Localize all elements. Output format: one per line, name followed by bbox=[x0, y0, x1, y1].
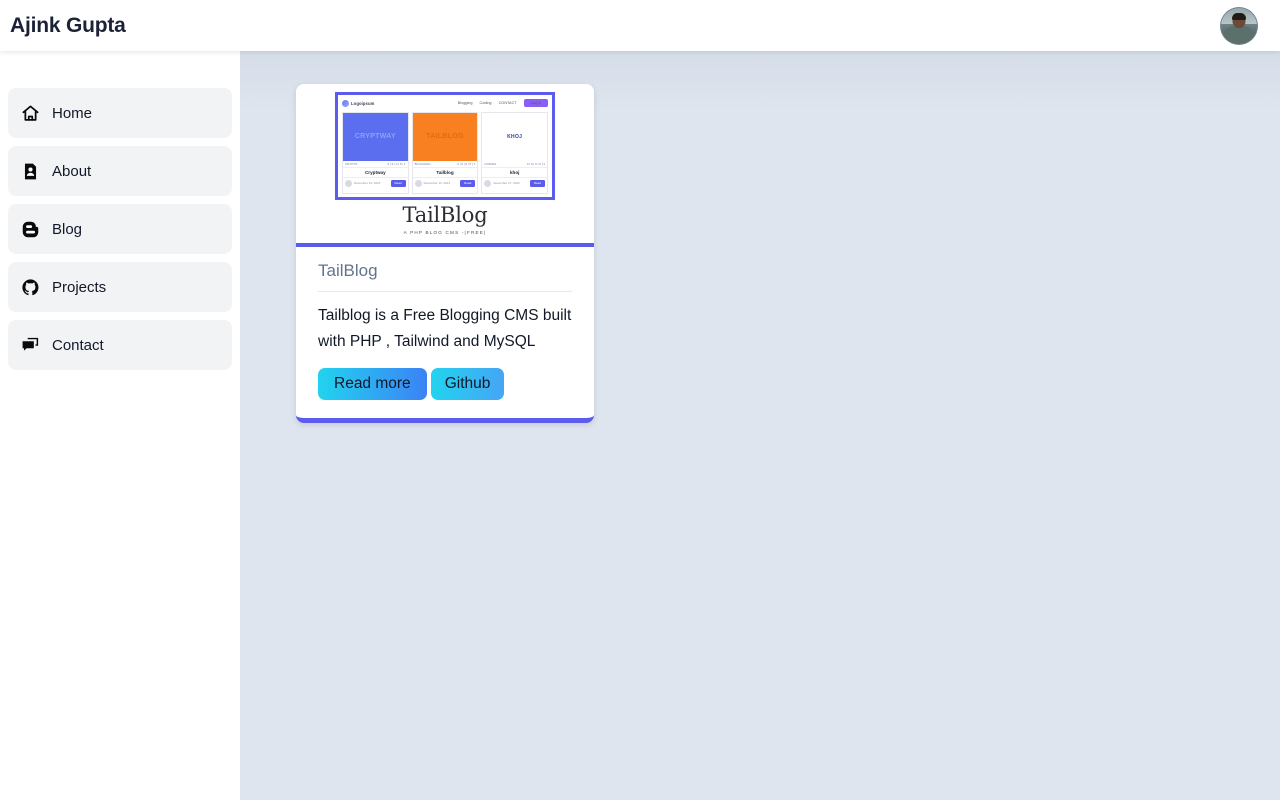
thumbnail-post-category: BLOGGING bbox=[414, 161, 431, 166]
thumbnail-post: CRYPTWAY CRYPTO 0 | 5 | 0 | 5 | 1 Cryptw… bbox=[342, 111, 409, 194]
project-card[interactable]: Logoipsum Blogging Coding CONTACT Log in… bbox=[296, 84, 594, 423]
thumbnail-post-category: CODING bbox=[484, 161, 497, 166]
thumbnail-nav-button: Log in bbox=[523, 99, 548, 107]
sidebar-item-contact[interactable]: Contact bbox=[8, 320, 232, 370]
avatar[interactable] bbox=[1220, 6, 1258, 45]
github-icon bbox=[20, 277, 40, 297]
thumbnail-post-stats: 0 | 5 | 0 | 5 | 1 bbox=[457, 161, 476, 166]
sidebar-item-blog[interactable]: Blog bbox=[8, 204, 232, 254]
sidebar-item-label: About bbox=[52, 162, 92, 180]
thumbnail-nav-links: Blogging Coding CONTACT Log in bbox=[458, 99, 548, 107]
thumbnail-post: TAILBLOG BLOGGING 0 | 5 | 0 | 5 | 1 Tail… bbox=[411, 111, 479, 194]
thumbnail-post-footer: December 13, 2023 Read bbox=[412, 176, 478, 189]
thumbnail-post-stats: 0 | 5 | 0 | 5 | 1 bbox=[387, 161, 406, 166]
thumbnail-post-avatar bbox=[484, 179, 492, 187]
thumbnail-post-grid: CRYPTWAY CRYPTO 0 | 5 | 0 | 5 | 1 Cryptw… bbox=[338, 111, 552, 197]
thumbnail-post-avatar bbox=[414, 179, 422, 187]
thumbnail-post-read-button: Read bbox=[529, 179, 546, 187]
project-thumbnail: Logoipsum Blogging Coding CONTACT Log in… bbox=[296, 84, 594, 247]
main-content: Logoipsum Blogging Coding CONTACT Log in… bbox=[240, 51, 1280, 800]
thumbnail-post-date: December 27, 2023 bbox=[493, 181, 520, 185]
avatar-hair bbox=[1232, 12, 1246, 20]
sidebar-item-about[interactable]: About bbox=[8, 146, 232, 196]
thumbnail-post-hero: KHOJ bbox=[482, 112, 548, 161]
sidebar-item-label: Blog bbox=[52, 220, 83, 238]
sidebar-item-projects[interactable]: Projects bbox=[8, 262, 232, 312]
thumbnail-post-title: Tailblog bbox=[412, 166, 478, 177]
thumbnail-post-category: CRYPTO bbox=[345, 161, 358, 166]
thumbnail-screenshot: Logoipsum Blogging Coding CONTACT Log in… bbox=[335, 91, 555, 242]
sidebar-item-home[interactable]: Home bbox=[8, 88, 232, 138]
thumbnail-tagline: A PHP BLOG CMS -|FREE| bbox=[403, 229, 487, 235]
home-icon bbox=[20, 103, 40, 123]
person-document-icon bbox=[20, 161, 40, 181]
thumbnail-logo-text: Logoipsum bbox=[351, 100, 375, 106]
thumbnail-nav-link: Blogging bbox=[457, 101, 473, 105]
blogger-icon bbox=[20, 219, 40, 239]
thumbnail-post-avatar bbox=[345, 179, 352, 187]
thumbnail-post-title: khoj bbox=[482, 166, 548, 177]
project-card-actions: Read more Github bbox=[318, 368, 572, 400]
page-title: Ajink Gupta bbox=[10, 13, 126, 37]
thumbnail-nav-link: Coding bbox=[479, 101, 492, 105]
thumbnail-nav-link: CONTACT bbox=[498, 101, 517, 105]
thumbnail-post-read-button: Read bbox=[460, 179, 476, 187]
thumbnail-post-hero: TAILBLOG bbox=[412, 112, 478, 161]
sidebar-item-label: Contact bbox=[52, 336, 104, 354]
thumbnail-post-footer: December 13, 2023 Read bbox=[343, 176, 408, 189]
thumbnail-post-hero: CRYPTWAY bbox=[343, 112, 408, 161]
thumbnail-post-date: December 13, 2023 bbox=[354, 181, 381, 185]
github-button[interactable]: Github bbox=[430, 368, 505, 400]
sidebar: Home About Blog Projects Contact bbox=[0, 51, 240, 800]
thumbnail-navbar: Logoipsum Blogging Coding CONTACT Log in bbox=[338, 95, 552, 112]
sidebar-item-label: Projects bbox=[52, 278, 107, 296]
project-card-title: TailBlog bbox=[318, 261, 572, 292]
thumbnail-post: KHOJ CODING 0 | 5 | 0 | 5 | 1 khoj Decem… bbox=[481, 111, 549, 194]
thumbnail-post-title: Cryptway bbox=[343, 166, 408, 177]
thumbnail-brand: TailBlog bbox=[402, 202, 488, 227]
chat-bubbles-icon bbox=[20, 335, 40, 355]
read-more-button[interactable]: Read more bbox=[318, 368, 427, 400]
thumbnail-logo-mark bbox=[342, 99, 349, 107]
thumbnail-post-date: December 13, 2023 bbox=[423, 181, 451, 185]
project-card-description: Tailblog is a Free Blogging CMS built wi… bbox=[318, 307, 572, 350]
thumbnail-post-footer: December 27, 2023 Read bbox=[482, 176, 548, 189]
thumbnail-browser-frame: Logoipsum Blogging Coding CONTACT Log in… bbox=[335, 91, 555, 200]
thumbnail-logo: Logoipsum bbox=[342, 99, 375, 107]
thumbnail-post-stats: 0 | 5 | 0 | 5 | 1 bbox=[526, 161, 546, 166]
thumbnail-post-read-button: Read bbox=[390, 179, 406, 187]
top-header: Ajink Gupta bbox=[0, 0, 1280, 51]
sidebar-item-label: Home bbox=[52, 104, 93, 122]
project-card-body: TailBlog Tailblog is a Free Blogging CMS… bbox=[296, 247, 594, 418]
